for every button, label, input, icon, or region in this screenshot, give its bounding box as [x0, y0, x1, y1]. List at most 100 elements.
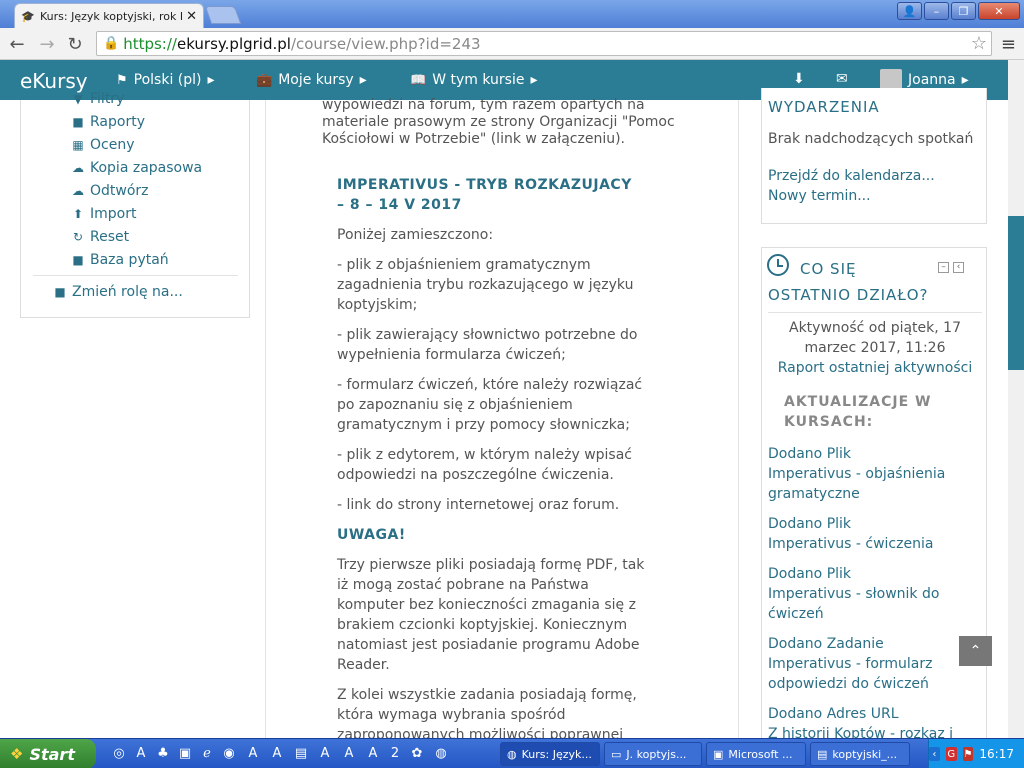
page-scrollbar[interactable]: [1008, 60, 1024, 738]
flag-icon: ⚑: [116, 72, 128, 88]
quicklaunch-icon[interactable]: ◎: [110, 744, 128, 762]
taskbar-task-office[interactable]: ▣ Microsoft ...: [706, 742, 806, 766]
update-item[interactable]: Dodano Plik Imperativus - ćwiczenia: [768, 514, 982, 554]
filter-icon: ▼: [73, 92, 83, 106]
new-event-link[interactable]: Nowy termin...: [768, 186, 871, 206]
book-icon: 📖: [410, 72, 427, 88]
back-arrow-icon[interactable]: ←: [6, 33, 28, 55]
menu-item-import[interactable]: ⬆ Import: [71, 206, 137, 222]
browser-tab[interactable]: 🎓 Kurs: Język koptyjski, rok I, ... ✕: [14, 3, 204, 28]
recent-title-line: CO SIĘ: [800, 260, 857, 278]
main-intro: wypowiedzi na forum, tym razem opartych …: [322, 97, 682, 148]
table-icon: ▦: [72, 138, 84, 152]
recent-title-line: OSTATNIO DZIAŁO?: [768, 286, 929, 304]
update-type: Dodano Plik: [768, 566, 852, 582]
maximize-button[interactable]: ❐: [951, 2, 976, 20]
download-icon[interactable]: ⬇: [793, 71, 805, 87]
bookmark-star-icon[interactable]: ☆: [971, 33, 987, 54]
quicklaunch-icon[interactable]: A: [132, 744, 150, 762]
language-label: Polski (pl): [133, 72, 202, 88]
messages-icon[interactable]: ✉: [836, 71, 848, 87]
folder-icon: ■: [72, 115, 84, 129]
menu-item-reports[interactable]: ■ Raporty: [71, 114, 145, 130]
this-course-label: W tym kursie: [432, 72, 525, 88]
menu-item-reset[interactable]: ↻ Reset: [71, 229, 129, 245]
quicklaunch-icon[interactable]: ✿: [408, 744, 426, 762]
menu-item-grades[interactable]: ▦ Oceny: [71, 137, 134, 153]
refresh-icon: ↻: [72, 230, 84, 244]
reload-icon[interactable]: ↻: [64, 33, 86, 55]
quicklaunch-icon[interactable]: ℯ: [198, 744, 216, 762]
url-bar[interactable]: 🔒 https:// ekursy.plgrid.pl /course/view…: [96, 31, 992, 56]
quicklaunch-icon[interactable]: ◉: [220, 744, 238, 762]
taskbar-task-document[interactable]: ▤ koptyjski_...: [810, 742, 910, 766]
warning-heading: UWAGA!: [337, 527, 406, 543]
tray-app-icon[interactable]: G: [945, 747, 957, 761]
my-courses-menu[interactable]: 💼 Moje kursy ▸: [256, 72, 367, 88]
chrome-quicklaunch-icon[interactable]: ◍: [432, 744, 450, 762]
quicklaunch-icon[interactable]: A: [364, 744, 382, 762]
minimize-button[interactable]: –: [924, 2, 949, 20]
recent-activity-block: CO SIĘ OSTATNIO DZIAŁO? – ‹ Aktywność od…: [761, 247, 987, 739]
browser-menu-icon[interactable]: ≡: [1001, 34, 1016, 55]
this-course-menu[interactable]: 📖 W tym kursie ▸: [410, 72, 537, 88]
task-label: Microsoft ...: [728, 747, 793, 761]
menu-item-switch-role[interactable]: ■ Zmień rolę na...: [53, 284, 183, 300]
url-host: ekursy.plgrid.pl: [176, 34, 291, 53]
intro-text: wypowiedzi na forum, tym razem opartych …: [322, 97, 675, 147]
paragraph: - plik z objaśnieniem gramatycznym zagad…: [337, 257, 634, 313]
update-item[interactable]: Dodano Plik Imperativus - objaśnienia gr…: [768, 444, 982, 504]
dock-icon[interactable]: ‹: [953, 262, 964, 273]
taskbar-task-folder[interactable]: ▭ J. koptyjs...: [604, 742, 702, 766]
update-item[interactable]: Dodano Adres URL Z historii Koptów - roz…: [768, 704, 982, 739]
activity-report-link[interactable]: Raport ostatniej aktywności: [768, 358, 982, 378]
quicklaunch-icon[interactable]: A: [268, 744, 286, 762]
quicklaunch-icon[interactable]: ▣: [176, 744, 194, 762]
calendar-link[interactable]: Przejdź do kalendarza...: [768, 166, 935, 186]
new-tab-button[interactable]: [204, 6, 242, 24]
office-icon: ▣: [713, 747, 724, 761]
url-scheme: https://: [123, 34, 177, 53]
caret-right-icon: ▸: [530, 72, 538, 88]
site-brand[interactable]: eKursy: [20, 69, 88, 93]
quicklaunch-icon[interactable]: A: [340, 744, 358, 762]
heading-line: IMPERATIVUS - TRYB ROZKAZUJACY: [337, 177, 632, 193]
scrollbar-thumb[interactable]: [1008, 216, 1024, 370]
quicklaunch-icon[interactable]: ▤: [292, 744, 310, 762]
browser-titlebar: 🎓 Kurs: Język koptyjski, rok I, ... ✕ 👤 …: [0, 0, 1024, 28]
moodle-favicon-icon: 🎓: [21, 10, 35, 23]
tray-arrow-icon[interactable]: ‹: [929, 747, 940, 761]
update-name: Z historii Koptów - rozkaz i: [768, 726, 954, 739]
forward-arrow-icon[interactable]: →: [36, 33, 58, 55]
update-name: Imperativus - objaśnienia gramatyczne: [768, 466, 946, 502]
taskbar-task-chrome[interactable]: ◍ Kurs: Język...: [500, 742, 600, 766]
menu-item-backup[interactable]: ☁ Kopia zapasowa: [71, 160, 202, 176]
menu-item-restore[interactable]: ☁ Odtwórz: [71, 183, 149, 199]
start-button[interactable]: ❖ Start: [0, 739, 96, 768]
task-label: Kurs: Język...: [521, 747, 592, 761]
menu-item-filters[interactable]: ▼ Filtry: [71, 92, 124, 106]
close-window-button[interactable]: ✕: [978, 2, 1020, 20]
column-divider: [738, 100, 739, 738]
paragraph: Trzy pierwsze pliki posiadają formę PDF,…: [337, 557, 645, 673]
update-item[interactable]: Dodano Plik Imperativus - słownik do ćwi…: [768, 564, 982, 624]
menu-label: Filtry: [90, 92, 125, 106]
quicklaunch-icon[interactable]: A: [316, 744, 334, 762]
quicklaunch-icon[interactable]: 2: [386, 744, 404, 762]
quicklaunch-icon[interactable]: ♣: [154, 744, 172, 762]
menu-label: Baza pytań: [90, 252, 169, 268]
user-profile-icon[interactable]: 👤: [897, 2, 922, 20]
start-label: Start: [29, 744, 75, 764]
update-item[interactable]: Dodano Zadanie Imperativus - formularz o…: [768, 634, 982, 694]
tab-close-icon[interactable]: ✕: [186, 9, 197, 24]
menu-item-question-bank[interactable]: ■ Baza pytań: [71, 252, 169, 268]
browser-toolbar: ← → ↻ 🔒 https:// ekursy.plgrid.pl /cours…: [0, 28, 1024, 60]
caret-right-icon: ▸: [961, 72, 969, 88]
quicklaunch-icon[interactable]: A: [244, 744, 262, 762]
back-to-top-button[interactable]: ⌃: [959, 636, 992, 666]
tray-app-icon[interactable]: ⚑: [962, 747, 974, 761]
collapse-icon[interactable]: –: [938, 262, 949, 273]
language-menu[interactable]: ⚑ Polski (pl) ▸: [116, 72, 215, 88]
update-name: Imperativus - słownik do ćwiczeń: [768, 586, 940, 622]
folder-icon: ■: [54, 285, 66, 299]
